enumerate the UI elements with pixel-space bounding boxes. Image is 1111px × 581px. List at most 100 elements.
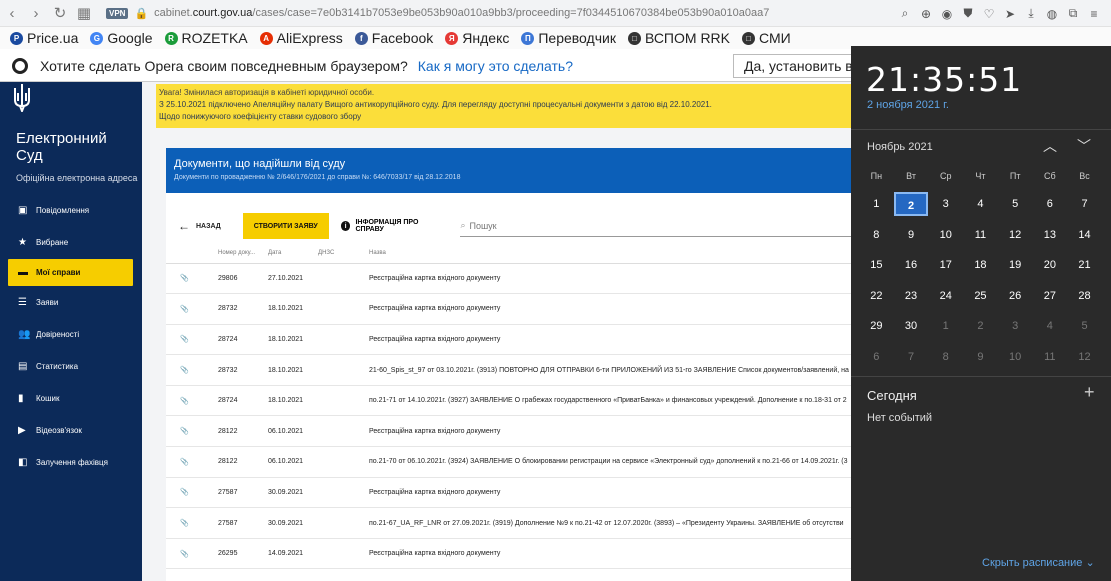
calendar-day[interactable]: 8 (859, 223, 894, 247)
paperclip-icon[interactable]: 📎 (166, 385, 218, 417)
add-event-icon[interactable]: + (1084, 382, 1095, 403)
create-application-button[interactable]: СТВОРИТИ ЗАЯВУ (242, 213, 329, 239)
bookmark-item[interactable]: □ СМИ (742, 30, 791, 46)
heart-icon[interactable]: ♡ (982, 7, 996, 21)
header-dnzs[interactable]: ДНЗС (318, 243, 369, 264)
sidebar-item[interactable]: 👥 Довіреності (8, 319, 133, 350)
tabs-grid-icon[interactable]: ▦ (72, 1, 96, 25)
header-name[interactable]: Назва (369, 243, 851, 264)
calendar-day[interactable]: 7 (894, 345, 929, 369)
calendar-day[interactable]: 8 (928, 345, 963, 369)
calendar-day[interactable]: 6 (1033, 192, 1068, 216)
calendar-day[interactable]: 2 (963, 314, 998, 338)
search-icon[interactable]: ⌕ (898, 6, 912, 21)
bookmark-item[interactable]: □ ВСПОМ RRK (627, 30, 730, 46)
paperclip-icon[interactable]: 📎 (166, 507, 218, 539)
paperclip-icon[interactable]: 📎 (166, 415, 218, 448)
calendar-day[interactable]: 4 (963, 192, 998, 216)
chevron-up-icon[interactable]: ︿ (1043, 136, 1057, 156)
calendar-day[interactable]: 12 (1067, 345, 1102, 369)
paperclip-icon[interactable]: 📎 (166, 324, 218, 356)
calendar-day[interactable]: 3 (998, 314, 1033, 338)
calendar-day[interactable]: 23 (894, 284, 929, 308)
table-row[interactable]: 📎 27587 30.09.2021 по.21-67_UA_RF_LNR от 27… (166, 507, 851, 539)
calendar-day[interactable]: 11 (963, 223, 998, 247)
paperclip-icon[interactable]: 📎 (166, 354, 218, 386)
calendar-day[interactable]: 14 (1067, 223, 1102, 247)
back-button[interactable]: ← НАЗАД (178, 219, 221, 233)
calendar-day[interactable]: 21 (1067, 253, 1102, 277)
download-icon[interactable]: ⤓ (1024, 6, 1038, 21)
calendar-day[interactable]: 24 (928, 284, 963, 308)
opera-howto-link[interactable]: Как я могу это сделать? (418, 58, 573, 74)
calendar-day[interactable]: 28 (1067, 284, 1102, 308)
calendar-day[interactable]: 6 (859, 345, 894, 369)
sidebar-item[interactable]: ▮ Кошик (8, 383, 133, 414)
calendar-day[interactable]: 15 (859, 253, 894, 277)
box-icon[interactable]: ⧉ (1066, 6, 1080, 21)
notice-line3[interactable]: Щодо понижуючого коефіцієнту ставки судо… (159, 111, 848, 123)
table-row[interactable]: 📎 28122 06.10.2021 по.21-70 от 06.10.2021г.… (166, 446, 851, 478)
table-row[interactable]: 📎 28122 06.10.2021 Реєстраційна картка вхід… (166, 415, 851, 448)
reload-icon[interactable]: ↻ (48, 1, 72, 25)
opera-set-default-button[interactable]: Да, установить в (733, 54, 863, 78)
table-row[interactable]: 📎 28732 18.10.2021 Реєстраційна картка вхід… (166, 293, 851, 325)
forward-icon[interactable]: › (24, 1, 48, 25)
paperclip-icon[interactable]: 📎 (166, 538, 218, 570)
url-field[interactable]: cabinet.court.gov.ua/cases/case=7e0b3141… (154, 7, 769, 19)
calendar-day[interactable]: 13 (1033, 223, 1068, 247)
calendar-day[interactable]: 5 (998, 192, 1033, 216)
table-row[interactable]: 📎 28724 18.10.2021 Реєстраційна картка вхід… (166, 324, 851, 356)
calendar-day[interactable]: 10 (998, 345, 1033, 369)
table-row[interactable]: 📎 27587 30.09.2021 Реєстраційна картка вхід… (166, 477, 851, 509)
bookmark-item[interactable]: R ROZETKA (164, 30, 248, 46)
bookmark-item[interactable]: A AliExpress (259, 30, 343, 46)
zoom-icon[interactable]: ⊕ (919, 7, 933, 21)
sidebar-item[interactable]: ▬ Мої справи (8, 259, 133, 286)
calendar-day[interactable]: 3 (928, 192, 963, 216)
table-row[interactable]: 📎 26295 14.09.2021 Реєстраційна картка вхід… (166, 538, 851, 570)
table-row[interactable]: 📎 28724 18.10.2021 по.21-71 от 14.10.2021г.… (166, 385, 851, 417)
sidebar-item[interactable]: ◧ Залучення фахівця (8, 447, 133, 478)
bookmark-item[interactable]: G Google (90, 30, 153, 46)
header-number[interactable]: Номер доку... (218, 243, 268, 264)
calendar-day[interactable]: 9 (963, 345, 998, 369)
bookmark-item[interactable]: Я Яндекс (445, 30, 509, 46)
paperclip-icon[interactable]: 📎 (166, 263, 218, 295)
calendar-day[interactable]: 25 (963, 284, 998, 308)
calendar-day[interactable]: 29 (859, 314, 894, 338)
search-input[interactable] (469, 220, 850, 231)
calendar-day[interactable]: 30 (894, 314, 929, 338)
site-brand[interactable]: Електронний Суд (16, 130, 107, 164)
calendar-day[interactable]: 11 (1033, 345, 1068, 369)
calendar-day[interactable]: 10 (928, 223, 963, 247)
calendar-day[interactable]: 26 (998, 284, 1033, 308)
header-date[interactable]: Дата (268, 243, 318, 264)
calendar-day[interactable]: 17 (928, 253, 963, 277)
hide-schedule-link[interactable]: Скрыть расписание ⌄ (982, 556, 1095, 569)
case-info-button[interactable]: i ІНФОРМАЦІЯ ПРО СПРАВУ (340, 219, 447, 233)
calendar-day[interactable]: 7 (1067, 192, 1102, 216)
shield-icon[interactable]: ⛊ (961, 6, 975, 21)
bookmark-item[interactable]: f Facebook (354, 30, 433, 46)
calendar-day[interactable]: 5 (1067, 314, 1102, 338)
calendar-day[interactable]: 22 (859, 284, 894, 308)
calendar-day[interactable]: 9 (894, 223, 929, 247)
paperclip-icon[interactable]: 📎 (166, 477, 218, 509)
menu-icon[interactable]: ≡ (1087, 7, 1101, 21)
chevron-down-icon[interactable]: ﹀ (1077, 136, 1091, 156)
camera-icon[interactable]: ◉ (940, 7, 954, 21)
calendar-day[interactable]: 1 (928, 314, 963, 338)
sidebar-item[interactable]: ☰ Заяви (8, 287, 133, 318)
send-icon[interactable]: ➤ (1003, 7, 1017, 21)
paperclip-icon[interactable]: 📎 (166, 293, 218, 325)
sidebar-item[interactable]: ▶ Відеозв'язок (8, 415, 133, 446)
bookmark-item[interactable]: П Переводчик (521, 30, 616, 46)
calendar-day[interactable]: 4 (1033, 314, 1068, 338)
calendar-day[interactable]: 20 (1033, 253, 1068, 277)
calendar-day[interactable]: 1 (859, 192, 894, 216)
calendar-day[interactable]: 18 (963, 253, 998, 277)
calendar-month[interactable]: Ноябрь 2021 (867, 141, 933, 153)
paperclip-icon[interactable]: 📎 (166, 446, 218, 478)
back-icon[interactable]: ‹ (0, 1, 24, 25)
